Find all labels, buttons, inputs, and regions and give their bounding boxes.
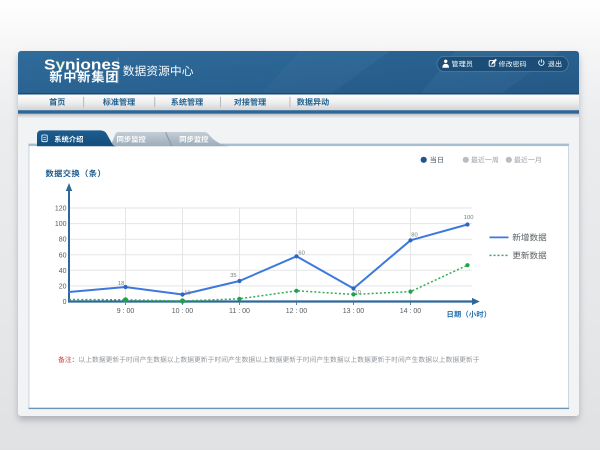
svg-text:120: 120 [55,206,67,213]
svg-text:10: 10 [184,291,190,297]
svg-text:100: 100 [464,215,474,221]
svg-text:60: 60 [59,252,67,259]
svg-text:11 : 00: 11 : 00 [229,308,250,315]
svg-text:0: 0 [63,299,67,306]
svg-text:9 : 00: 9 : 00 [117,308,135,315]
svg-text:10: 10 [354,290,360,296]
svg-text:80: 80 [59,237,67,244]
svg-text:14 : 00: 14 : 00 [400,308,422,315]
svg-text:35: 35 [230,273,236,279]
svg-text:40: 40 [59,268,67,275]
svg-text:20: 20 [59,283,67,290]
svg-text:12 : 00: 12 : 00 [286,308,308,315]
svg-text:18: 18 [118,281,124,287]
svg-text:100: 100 [55,221,67,228]
svg-text:10 : 00: 10 : 00 [172,308,194,315]
svg-text:13 : 00: 13 : 00 [343,308,365,315]
svg-text:80: 80 [411,233,417,239]
svg-text:60: 60 [298,251,304,257]
